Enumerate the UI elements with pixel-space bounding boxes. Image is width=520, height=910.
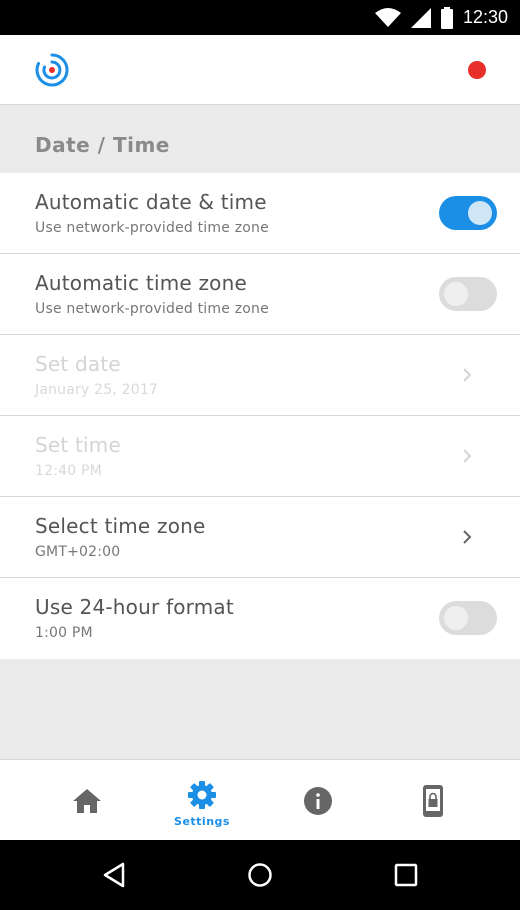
- setting-set-date: Set date January 25, 2017: [0, 335, 520, 416]
- automatic-date-time-toggle[interactable]: [439, 196, 497, 230]
- status-icons: 12:30: [374, 0, 508, 35]
- chevron-right-icon: [463, 368, 472, 382]
- recents-icon[interactable]: [394, 863, 418, 887]
- app-bar: [0, 35, 520, 105]
- wifi-icon: [374, 7, 401, 27]
- nav-item-settings[interactable]: Settings: [162, 760, 242, 841]
- notification-dot[interactable]: [468, 61, 486, 79]
- setting-subtitle: January 25, 2017: [35, 382, 159, 398]
- setting-set-time: Set time 12:40 PM: [0, 416, 520, 497]
- setting-subtitle: GMT+02:00: [35, 544, 121, 560]
- home-icon: [73, 789, 101, 813]
- setting-subtitle: Use network-provided time zone: [35, 220, 269, 236]
- setting-automatic-time-zone[interactable]: Automatic time zone Use network-provided…: [0, 254, 520, 335]
- setting-subtitle: Use network-provided time zone: [35, 301, 269, 317]
- status-bar: 12:30: [0, 0, 520, 35]
- status-time: 12:30: [462, 7, 508, 27]
- nav-item-info[interactable]: [278, 760, 358, 841]
- setting-title: Select time zone: [35, 514, 206, 538]
- device-lock-icon: [423, 785, 443, 817]
- setting-select-time-zone[interactable]: Select time zone GMT+02:00: [0, 497, 520, 578]
- setting-title: Set date: [35, 352, 121, 376]
- section-header: Date / Time: [0, 105, 520, 173]
- toggle-knob: [468, 201, 492, 225]
- setting-automatic-date-time[interactable]: Automatic date & time Use network-provid…: [0, 173, 520, 254]
- system-nav-bar: [0, 840, 520, 910]
- use-24-hour-format-toggle[interactable]: [439, 601, 497, 635]
- toggle-knob: [444, 282, 468, 306]
- chevron-right-icon: [463, 530, 472, 544]
- setting-title: Automatic date & time: [35, 190, 267, 214]
- automatic-time-zone-toggle[interactable]: [439, 277, 497, 311]
- setting-title: Automatic time zone: [35, 271, 247, 295]
- back-icon[interactable]: [102, 862, 128, 888]
- home-circle-icon[interactable]: [247, 862, 273, 888]
- bottom-nav: Settings: [0, 759, 520, 841]
- gear-icon: [188, 781, 216, 809]
- section-title: Date / Time: [35, 133, 170, 157]
- battery-icon: [440, 6, 453, 29]
- settings-list: Automatic date & time Use network-provid…: [0, 173, 520, 659]
- chevron-right-icon: [463, 449, 472, 463]
- nav-item-home[interactable]: [47, 760, 127, 841]
- setting-subtitle: 12:40 PM: [35, 463, 102, 479]
- toggle-knob: [444, 606, 468, 630]
- nav-item-device-lock[interactable]: [393, 760, 473, 841]
- signal-icon: [410, 7, 431, 28]
- app-logo[interactable]: [34, 52, 70, 88]
- setting-title: Set time: [35, 433, 121, 457]
- setting-subtitle: 1:00 PM: [35, 625, 93, 641]
- setting-use-24-hour-format[interactable]: Use 24-hour format 1:00 PM: [0, 578, 520, 658]
- info-icon: [304, 787, 332, 815]
- setting-title: Use 24-hour format: [35, 595, 234, 619]
- nav-label-settings: Settings: [174, 815, 230, 828]
